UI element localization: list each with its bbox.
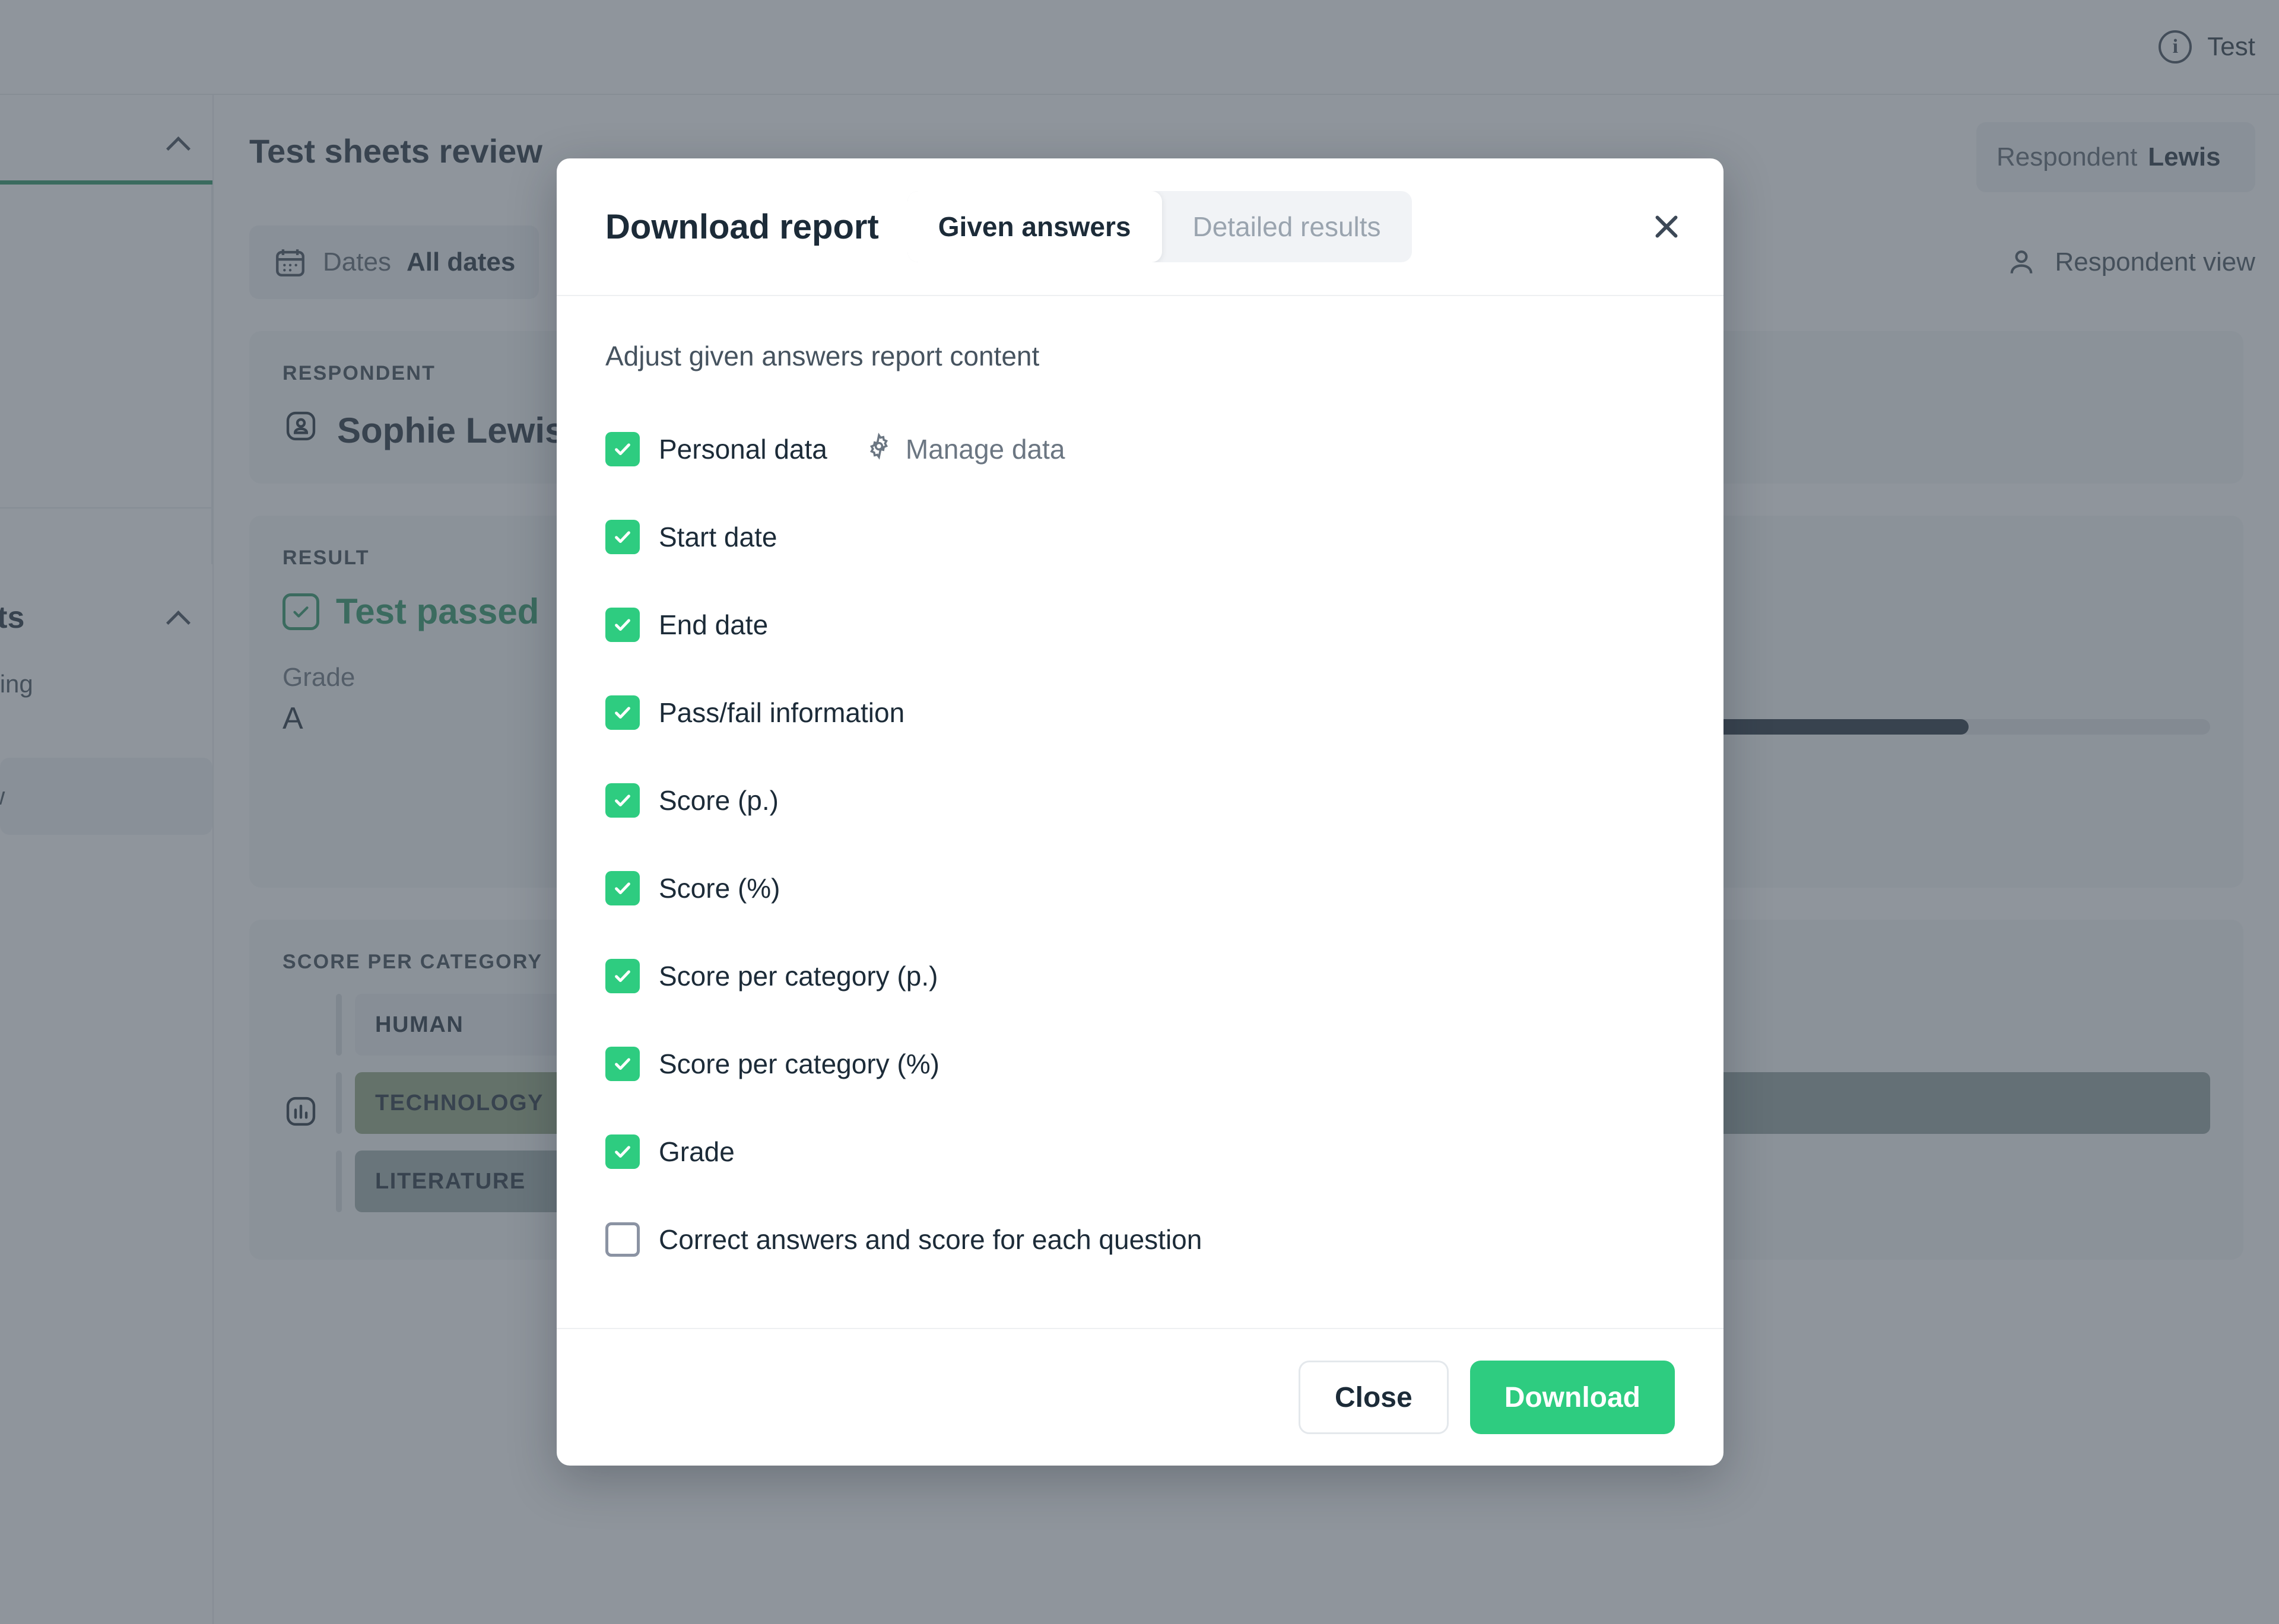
- report-option-label: Score per category (p.): [659, 961, 938, 991]
- close-icon[interactable]: [1638, 198, 1695, 255]
- checkbox-unchecked[interactable]: [605, 1222, 640, 1257]
- gear-icon: [864, 431, 894, 468]
- report-options-list: Personal data Manage data Start date End da…: [605, 405, 1675, 1283]
- report-option-row: Start date: [605, 493, 1675, 581]
- modal-tab-1[interactable]: Detailed results: [1162, 191, 1412, 262]
- checkbox-checked[interactable]: [605, 432, 640, 466]
- report-option-label: Score (p.): [659, 785, 779, 816]
- close-button[interactable]: Close: [1298, 1361, 1449, 1434]
- report-option-label: Grade: [659, 1136, 735, 1167]
- report-option-row: Correct answers and score for each quest…: [605, 1196, 1675, 1283]
- download-report-modal: Download report Given answers Detailed re…: [557, 158, 1723, 1466]
- report-option-label: Personal data: [659, 434, 827, 465]
- report-option-label: Score (%): [659, 873, 780, 904]
- modal-header: Download report Given answers Detailed re…: [557, 158, 1723, 296]
- report-option-row: Score (%): [605, 844, 1675, 932]
- report-option-row: Grade: [605, 1108, 1675, 1196]
- download-button[interactable]: Download: [1469, 1361, 1675, 1434]
- report-option-row: End date: [605, 581, 1675, 669]
- checkbox-checked[interactable]: [605, 1047, 640, 1081]
- report-option-label: Start date: [659, 522, 777, 552]
- checkbox-checked[interactable]: [605, 783, 640, 818]
- checkbox-checked[interactable]: [605, 959, 640, 993]
- report-option-label: Pass/fail information: [659, 697, 905, 728]
- report-option-row: Score per category (%): [605, 1020, 1675, 1108]
- report-option-label: End date: [659, 609, 769, 640]
- report-option-row: Score per category (p.): [605, 932, 1675, 1020]
- manage-data-link[interactable]: Manage data: [864, 431, 1065, 468]
- report-option-row: Score (p.): [605, 757, 1675, 844]
- report-option-label: Correct answers and score for each quest…: [659, 1224, 1202, 1255]
- manage-data-label: Manage data: [905, 434, 1065, 465]
- checkbox-checked[interactable]: [605, 871, 640, 905]
- report-option-label: Score per category (%): [659, 1048, 939, 1079]
- modal-footer: Close Download: [557, 1328, 1723, 1466]
- checkbox-checked[interactable]: [605, 608, 640, 642]
- modal-body: Adjust given answers report content Pers…: [557, 296, 1723, 1328]
- report-option-row: Pass/fail information: [605, 669, 1675, 757]
- checkbox-checked[interactable]: [605, 520, 640, 554]
- modal-title: Download report: [605, 207, 879, 246]
- modal-body-heading: Adjust given answers report content: [605, 341, 1040, 371]
- modal-tabs: Given answers Detailed results: [907, 191, 1412, 262]
- checkbox-checked[interactable]: [605, 695, 640, 730]
- report-option-row: Personal data Manage data: [605, 405, 1675, 493]
- checkbox-checked[interactable]: [605, 1134, 640, 1169]
- modal-tab-0[interactable]: Given answers: [907, 191, 1162, 262]
